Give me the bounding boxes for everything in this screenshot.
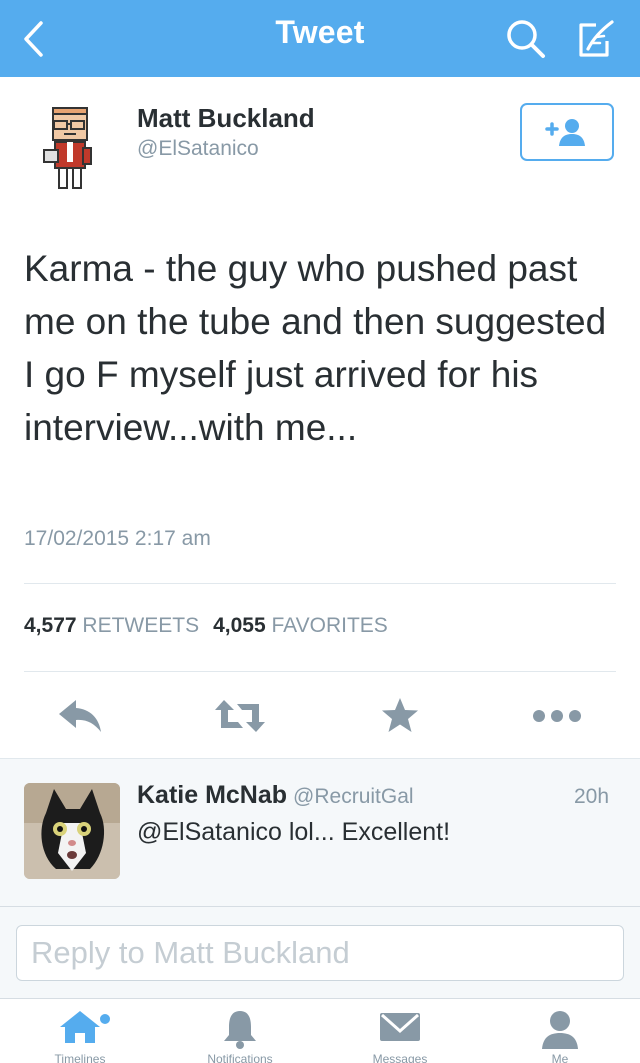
divider [24,671,616,672]
home-icon [60,1011,110,1043]
retweet-button[interactable] [210,694,270,738]
cat-photo-image [24,783,120,879]
compose-icon [579,19,614,57]
retweet-label: RETWEETS [82,614,200,637]
tweet-text: Karma - the guy who pushed past me on th… [24,248,607,448]
follow-button[interactable] [520,103,614,161]
tab-label: Notifications [207,1053,273,1063]
author-handle[interactable]: @ElSatanico [137,137,259,161]
favorite-count-link[interactable]: 4,055 FAVORITES [213,614,388,637]
divider [24,583,616,584]
add-user-icon [545,119,585,146]
star-icon [382,698,418,732]
reply-input[interactable] [16,925,624,981]
navigation-bar: Tweet [0,0,640,77]
retweet-count: 4,577 [24,614,77,637]
author-name[interactable]: Matt Buckland [137,103,315,134]
bell-icon [224,1011,256,1049]
tweet-stats: 4,577 RETWEETS 4,055 FAVORITES [24,614,388,638]
tab-label: Timelines [54,1053,106,1063]
tab-label: Me [551,1053,569,1063]
reply-author-name: Katie McNab [137,781,288,809]
tab-timelines[interactable]: Timelines [0,999,160,1063]
tab-label: Messages [372,1053,428,1063]
reply-author-handle: @RecruitGal [293,785,414,808]
tab-messages[interactable]: Messages [320,999,480,1063]
more-button[interactable] [526,694,588,738]
favorite-label: FAVORITES [271,614,388,637]
tab-notifications[interactable]: Notifications [160,999,320,1063]
envelope-icon [380,1013,420,1041]
more-icon [533,710,581,722]
retweet-icon [215,700,265,732]
reply-time: 20h [574,785,610,808]
reply-button[interactable] [52,694,108,738]
tab-me[interactable]: Me [480,999,640,1063]
reply-author[interactable]: Katie McNab @RecruitGal [137,781,414,810]
compose-button[interactable] [566,0,626,77]
reply-text: @ElSatanico lol... Excellent! [137,818,451,846]
tweet-timestamp: 17/02/2015 2:17 am [24,527,211,550]
reply-avatar[interactable] [24,783,120,879]
retweet-count-link[interactable]: 4,577 RETWEETS [24,614,199,637]
avatar[interactable] [36,104,106,194]
search-icon [507,19,545,58]
favorite-count: 4,055 [213,614,266,637]
divider [0,906,640,907]
person-icon [542,1011,578,1049]
pixel-avatar-image [43,107,92,189]
reply-icon [59,700,101,732]
search-button[interactable] [496,0,556,77]
tab-bar: Timelines Notifications Messages Me [0,998,640,1063]
favorite-button[interactable] [372,694,428,738]
